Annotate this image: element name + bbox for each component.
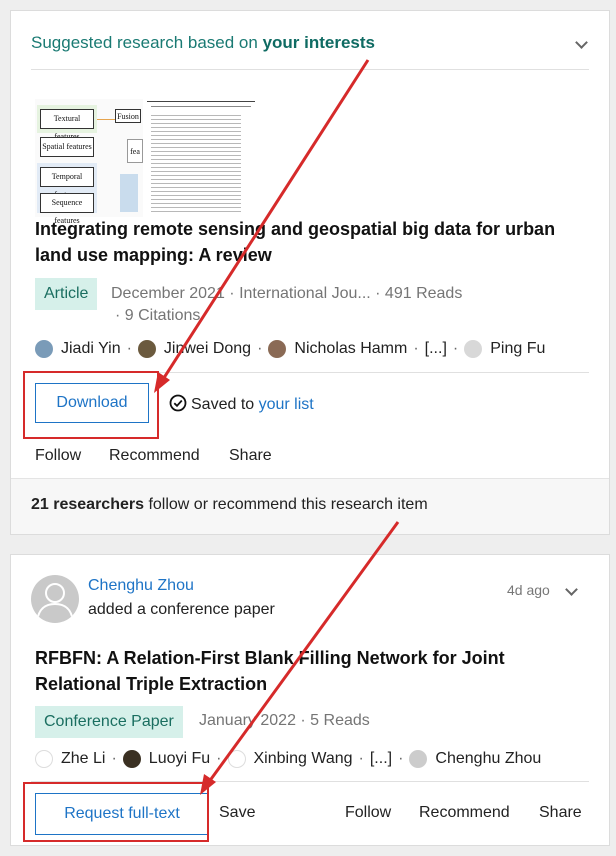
author-name[interactable]: Xinbing Wang (254, 750, 353, 768)
your-list-link[interactable]: your list (259, 396, 314, 413)
document-icon (35, 750, 53, 768)
paper-title[interactable]: RFBFN: A Relation-First Blank Filling Ne… (35, 645, 505, 697)
suggestion-heading: Suggested research based on your interes… (31, 33, 375, 53)
share-button[interactable]: Share (229, 447, 272, 465)
user-avatar[interactable] (31, 575, 79, 623)
diagram-connector (97, 119, 115, 120)
user-name-link[interactable]: Chenghu Zhou (88, 577, 194, 595)
author-name[interactable]: Luoyi Fu (149, 750, 210, 768)
follow-button[interactable]: Follow (345, 804, 391, 822)
divider (31, 69, 589, 70)
thumb-label: Fusion (115, 109, 141, 123)
author-name[interactable]: Zhe Li (61, 750, 105, 768)
saved-label: Saved to (191, 396, 255, 413)
suggestion-prefix: Suggested research based on (31, 33, 258, 52)
thumb-label: Textural features (40, 109, 94, 141)
author-name[interactable]: Ping Fu (490, 340, 545, 358)
timestamp: 4d ago (507, 582, 550, 598)
card-footer: 21 researchers follow or recommend this … (11, 478, 609, 534)
author-name[interactable]: Chenghu Zhou (435, 750, 541, 768)
footer-text: follow or recommend this research item (148, 496, 428, 513)
avatar (35, 340, 53, 358)
citations-count: · 9 Citations (115, 307, 201, 324)
recommend-button[interactable]: Recommend (419, 804, 510, 822)
your-interests-link[interactable]: your interests (263, 33, 375, 52)
saved-status: Saved to your list (169, 394, 314, 414)
thumb-label: Spatial features (40, 137, 94, 157)
title-line: Integrating remote sensing and geospatia… (35, 219, 556, 239)
more-authors[interactable]: [...] (370, 750, 392, 768)
figure-thumbnail[interactable]: Textural features Spatial features Tempo… (35, 99, 255, 225)
author-list: Zhe Li · Luoyi Fu · Xinbing Wang · [...]… (35, 750, 541, 768)
author-name[interactable]: Jiadi Yin (61, 340, 121, 358)
publication-meta: December 2021 · International Jou... · 4… (111, 285, 463, 302)
paper-title[interactable]: Integrating remote sensing and geospatia… (35, 216, 555, 268)
researcher-count: 21 researchers (31, 496, 144, 513)
table-lines (151, 112, 241, 212)
thumb-label: fea (127, 139, 143, 163)
check-circle-icon (169, 394, 187, 412)
title-line: Relational Triple Extraction (35, 674, 268, 694)
author-name[interactable]: Jinwei Dong (164, 340, 251, 358)
table-thumbnail (147, 101, 255, 215)
activity-description: added a conference paper (88, 601, 275, 618)
avatar (137, 340, 156, 358)
person-icon (36, 583, 74, 622)
avatar (122, 750, 141, 768)
thumb-label: Temporal features (40, 167, 94, 199)
document-icon (227, 750, 246, 768)
followers-summary[interactable]: 21 researchers follow or recommend this … (31, 496, 428, 514)
annotation-highlight-box (23, 371, 159, 439)
chevron-down-icon[interactable] (575, 36, 588, 49)
author-list: Jiadi Yin · Jinwei Dong · Nicholas Hamm … (35, 340, 545, 358)
author-name[interactable]: Nicholas Hamm (294, 340, 407, 358)
table-rule (151, 106, 251, 107)
title-line: RFBFN: A Relation-First Blank Filling Ne… (35, 648, 505, 668)
avatar (409, 750, 428, 768)
type-badge: Conference Paper (35, 706, 183, 738)
diagram-shape (120, 174, 138, 212)
avatar (464, 340, 483, 358)
share-button[interactable]: Share (539, 804, 582, 822)
annotation-highlight-box (23, 782, 209, 842)
save-button[interactable]: Save (219, 804, 255, 822)
type-badge: Article (35, 278, 98, 310)
feed-activity-card: Chenghu Zhou added a conference paper 4d… (10, 554, 610, 846)
title-line: land use mapping: A review (35, 245, 272, 265)
recommend-button[interactable]: Recommend (109, 447, 200, 465)
avatar (268, 340, 287, 358)
chevron-down-icon[interactable] (565, 583, 578, 596)
thumb-label: Sequence features (40, 193, 94, 225)
follow-button[interactable]: Follow (35, 447, 81, 465)
research-suggestion-card: Suggested research based on your interes… (10, 10, 610, 535)
publication-meta: January 2022 · 5 Reads (199, 712, 370, 729)
more-authors[interactable]: [...] (425, 340, 447, 358)
